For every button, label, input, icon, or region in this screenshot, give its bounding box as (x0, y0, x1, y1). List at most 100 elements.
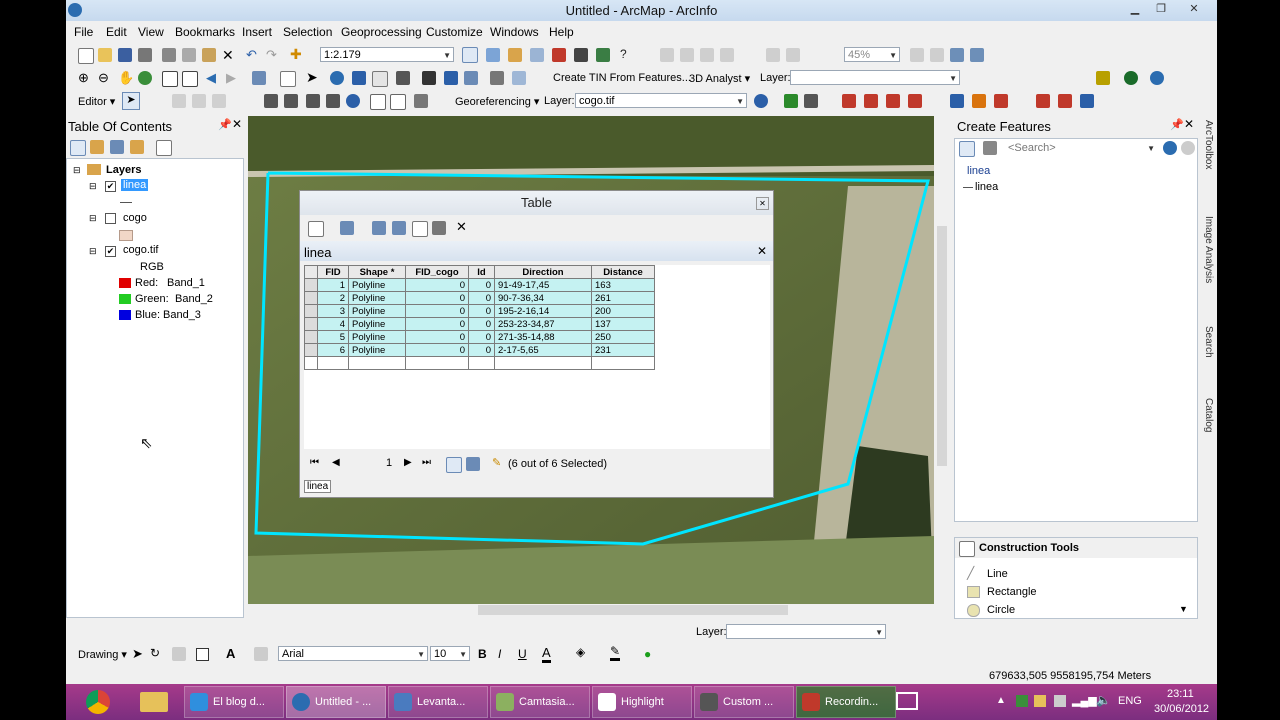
html-popup-icon[interactable] (372, 71, 388, 87)
editor-toolbar-icon[interactable] (462, 47, 478, 63)
layer-cogo[interactable]: cogo (123, 212, 147, 224)
tray-power-icon[interactable] (1054, 695, 1066, 707)
map-vscrollbar[interactable] (936, 116, 948, 604)
table-cell[interactable]: 250 (591, 330, 655, 344)
redo-icon[interactable]: ↷ (266, 47, 277, 63)
row-selector[interactable] (304, 356, 318, 370)
layer-cogo-checkbox[interactable] (105, 213, 116, 224)
pan-icon[interactable]: ✋ (118, 70, 134, 86)
scale-combo[interactable]: 1:2.179 ▼ (320, 47, 454, 62)
topology-tool-4-icon[interactable] (1036, 94, 1050, 108)
clear-search-icon[interactable] (1181, 141, 1195, 155)
construction-scroll-icon[interactable]: ▼ (1179, 604, 1188, 614)
show-selected-records-icon[interactable] (466, 457, 480, 471)
rectangle-draw-icon[interactable] (196, 648, 209, 661)
font-color-icon[interactable]: A (542, 645, 551, 663)
column-header[interactable]: Direction (494, 265, 592, 279)
desktop-icon[interactable] (896, 692, 918, 710)
expand-layers-icon[interactable]: ⊟ (73, 165, 81, 176)
find-icon[interactable] (422, 71, 436, 85)
split-icon[interactable] (326, 94, 340, 108)
georef-tool-2-icon[interactable] (864, 94, 878, 108)
table-cell[interactable]: 6 (317, 343, 349, 357)
tool-circle[interactable]: Circle (987, 604, 1015, 616)
table-close-icon[interactable]: ✕ (756, 197, 769, 210)
data-driven-pages-icon[interactable] (970, 48, 984, 62)
menu-bookmarks[interactable]: Bookmarks (175, 25, 235, 39)
table-cell[interactable]: 4 (317, 317, 349, 331)
menu-file[interactable]: File (74, 25, 93, 39)
map-vscroll-thumb[interactable] (937, 226, 947, 466)
fill-color-icon[interactable]: ◈ (576, 645, 585, 659)
reshape-icon[interactable] (284, 94, 298, 108)
undo-icon[interactable]: ↶ (246, 47, 257, 63)
new-document-icon[interactable] (78, 48, 94, 64)
open-folder-icon[interactable] (98, 48, 112, 62)
fixed-zoom-in-icon[interactable] (162, 71, 178, 87)
tray-flag-icon[interactable] (1034, 695, 1046, 707)
italic-button[interactable]: I (498, 647, 501, 661)
table-cell[interactable]: 231 (591, 343, 655, 357)
row-selector[interactable] (304, 291, 318, 305)
clear-selection-icon[interactable] (280, 71, 296, 87)
edit-tool-icon[interactable]: ➤ (122, 92, 140, 110)
table-cell[interactable]: 0 (405, 291, 469, 305)
table-row[interactable]: 6 Polyline 0 0 2-17-5,65 231 (304, 343, 655, 357)
3d-analyst-menu[interactable]: 3D Analyst ▾ (689, 72, 750, 85)
identify-icon[interactable] (330, 71, 344, 85)
topology-tool-5-icon[interactable] (1058, 94, 1072, 108)
network-icon[interactable]: ▂▄▆ (1072, 694, 1097, 707)
georef-tool-4-icon[interactable] (908, 94, 922, 108)
table-cell[interactable]: Polyline (348, 291, 406, 305)
catalog-window-icon[interactable] (508, 48, 522, 62)
histogram-icon[interactable] (1096, 71, 1110, 85)
cf-pin-icon[interactable]: 📌 (1170, 118, 1184, 131)
menu-edit[interactable]: Edit (106, 25, 127, 39)
table-options-icon[interactable] (308, 221, 324, 237)
topology-tool-6-icon[interactable] (1080, 94, 1094, 108)
filter-templates-icon[interactable] (983, 141, 997, 155)
list-by-source-icon[interactable] (90, 140, 104, 154)
delete-selected-icon[interactable]: ✕ (456, 219, 467, 235)
row-selector[interactable] (304, 304, 318, 318)
topology-tool-2-icon[interactable] (972, 94, 986, 108)
fixed-zoom-out-icon[interactable] (182, 71, 198, 87)
text-draw-icon[interactable]: A (226, 646, 235, 661)
layers-root[interactable]: Layers (106, 164, 141, 176)
list-by-visibility-icon[interactable] (110, 140, 124, 154)
modelbuilder-icon[interactable] (596, 48, 610, 62)
go-to-xy-icon[interactable] (464, 71, 478, 85)
drawing-menu[interactable]: Drawing ▾ (78, 648, 127, 661)
table-row[interactable]: 1 Polyline 0 0 91-49-17,45 163 (304, 278, 655, 292)
tray-app-icon[interactable] (1016, 695, 1028, 707)
change-layout-icon[interactable] (950, 48, 964, 62)
task-highlight[interactable]: Highlight (592, 686, 692, 718)
row-selector[interactable] (304, 343, 318, 357)
georef-tool-1-icon[interactable] (842, 94, 856, 108)
python-window-icon[interactable] (574, 48, 588, 62)
sketch-properties-icon[interactable] (390, 94, 406, 110)
table-cell[interactable]: 0 (468, 317, 495, 331)
table-cell[interactable]: 3 (317, 304, 349, 318)
attributes-icon[interactable] (370, 94, 386, 110)
bold-button[interactable]: B (478, 647, 487, 661)
underline-button[interactable]: U (518, 647, 527, 661)
bottom-layer-combo[interactable]: ▼ (726, 624, 886, 639)
record-number[interactable]: 1 (386, 457, 392, 469)
menu-geoprocessing[interactable]: Geoprocessing (341, 25, 422, 39)
table-cell[interactable]: 90-7-36,34 (494, 291, 592, 305)
menu-customize[interactable]: Customize (426, 25, 483, 39)
cogo-symbol[interactable] (119, 230, 133, 241)
tool-line[interactable]: Line (987, 568, 1008, 580)
table-cell[interactable]: Polyline (348, 304, 406, 318)
hyperlink-icon[interactable] (352, 71, 366, 85)
expand-linea-icon[interactable]: ⊟ (89, 181, 97, 192)
create-features-icon[interactable] (414, 94, 428, 108)
switch-selection-icon[interactable] (392, 221, 406, 235)
3d-layer-combo[interactable]: ▼ (790, 70, 960, 85)
view-link-table-icon[interactable] (804, 94, 818, 108)
related-tables-icon[interactable] (340, 221, 354, 235)
search-window-icon[interactable] (530, 48, 544, 62)
table-cell[interactable]: 5 (317, 330, 349, 344)
column-header[interactable]: Id (468, 265, 495, 279)
